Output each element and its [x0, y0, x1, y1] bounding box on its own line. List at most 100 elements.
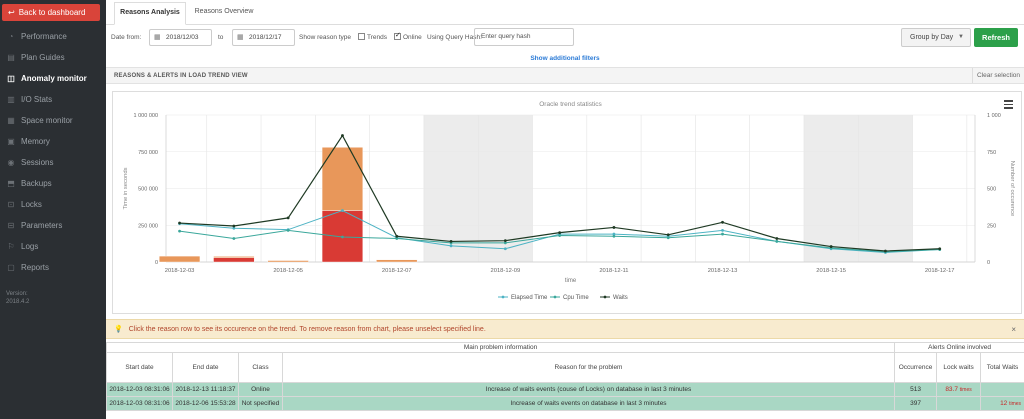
back-arrow-icon: ↩	[8, 8, 15, 17]
back-to-dashboard-button[interactable]: ↩ Back to dashboard	[2, 4, 100, 21]
tab-reasons-analysis[interactable]: Reasons Analysis	[114, 2, 186, 25]
occurrence-bar	[213, 256, 255, 258]
legend-marker	[501, 295, 505, 299]
sidebar-item-plan-guides[interactable]: ▤ Plan Guides	[0, 48, 106, 68]
data-point	[721, 220, 724, 224]
performance-icon: ◔	[8, 32, 14, 41]
sidebar-item-performance[interactable]: ◔ Performance	[0, 27, 106, 47]
sidebar-item-space-monitor[interactable]: ▦ Space monitor	[0, 111, 106, 131]
group-by-dropdown[interactable]: Group by Day ▼	[901, 28, 971, 47]
data-point	[721, 232, 724, 236]
y2-tick-label: 250	[987, 223, 996, 229]
x-tick-label: 2018-12-05	[273, 268, 303, 274]
sidebar-item-memory[interactable]: ▣ Memory	[0, 132, 106, 152]
col-start-date[interactable]: Start date	[106, 352, 173, 383]
col-occurrence[interactable]: Occurrence	[894, 352, 938, 383]
y2-tick-label: 750	[987, 150, 996, 156]
occurrence-bar	[267, 260, 309, 263]
sidebar-item-sessions[interactable]: ◉ Sessions	[0, 153, 106, 173]
data-point	[449, 244, 453, 248]
tab-reasons-overview[interactable]: Reasons Overview	[188, 2, 260, 25]
tab-bar: Reasons Analysis Reasons Overview	[106, 0, 1024, 25]
data-point	[232, 224, 236, 228]
sidebar-item-locks[interactable]: ⊡ Locks	[0, 195, 106, 215]
trends-label: Trends	[367, 34, 387, 41]
col-total-waits[interactable]: Total Waits	[980, 352, 1024, 383]
data-point	[341, 235, 344, 239]
calendar-icon: ▦	[154, 34, 161, 41]
occurrence-bar	[159, 255, 201, 263]
y2-tick-label: 1 000	[987, 113, 1001, 119]
sidebar-item-io-stats[interactable]: ▥ I/O Stats	[0, 90, 106, 110]
group-header-alerts: Alerts Online involved	[894, 342, 1024, 353]
y-tick-label: 250 000	[138, 223, 158, 229]
x-tick-label: 2018-12-03	[165, 268, 195, 274]
show-additional-filters-link[interactable]: Show additional filters	[106, 55, 1024, 62]
col-end-date[interactable]: End date	[172, 352, 239, 383]
occurrence-bar	[213, 257, 255, 263]
book-icon: ◫	[7, 74, 15, 83]
data-point	[884, 249, 887, 253]
online-checkbox[interactable]	[394, 31, 401, 40]
backups-icon: ⬒	[7, 179, 15, 188]
data-point	[286, 216, 290, 220]
data-point	[503, 239, 507, 243]
x-axis-label: time	[565, 278, 577, 284]
data-point	[449, 240, 453, 243]
version-number: 2018.4.2	[6, 299, 30, 305]
sidebar-item-backups[interactable]: ⬒ Backups	[0, 174, 106, 194]
table-row[interactable]: 2018-12-03 08:31:06 2018-12-13 11:18:37 …	[106, 382, 1024, 397]
close-icon[interactable]: ×	[1011, 320, 1016, 339]
data-point	[612, 226, 616, 229]
online-label: Online	[403, 34, 422, 41]
y-axis-label: Time in seconds	[123, 167, 129, 209]
back-label: Back to dashboard	[18, 8, 86, 17]
y2-axis-label: Number of occurence	[1009, 161, 1015, 216]
info-alert: 💡 Click the reason row to see its occuren…	[106, 319, 1024, 339]
refresh-button[interactable]: Refresh	[974, 28, 1018, 47]
y2-tick-label: 500	[987, 187, 996, 193]
calendar-icon: ▦	[237, 34, 244, 41]
query-hash-input[interactable]: Enter query hash	[474, 28, 574, 46]
sessions-icon: ◉	[7, 158, 15, 167]
date-from-input[interactable]: ▦ 2018/12/03	[149, 29, 212, 46]
reports-icon: ▢	[7, 263, 15, 272]
legend-label: Cpu Time	[563, 295, 589, 301]
y-tick-label: 500 000	[138, 187, 158, 193]
sidebar-item-parameters[interactable]: ⊟ Parameters	[0, 216, 106, 236]
col-class[interactable]: Class	[238, 352, 283, 383]
logs-icon: ⚐	[7, 242, 15, 251]
data-point	[612, 234, 616, 238]
parameters-icon: ⊟	[7, 221, 15, 230]
chart-menu-icon[interactable]	[1004, 100, 1013, 109]
sidebar-item-reports[interactable]: ▢ Reports	[0, 258, 106, 278]
col-lock-waits[interactable]: Lock waits	[936, 352, 982, 383]
io-stats-icon: ▥	[7, 95, 15, 104]
trend-chart-panel: 0 250 000 500 000 750 000 1 000 000 0 250 500 75…	[112, 91, 1022, 314]
total-waits-cell: 12 times	[980, 396, 1024, 411]
y-tick-label: 750 000	[138, 150, 158, 156]
col-reason[interactable]: Reason for the problem	[281, 352, 896, 383]
section-title: REASONS & ALERTS IN LOAD TREND VIEW	[114, 73, 248, 79]
legend-marker	[603, 295, 607, 299]
clear-selection-button[interactable]: Clear selection	[972, 68, 1024, 83]
legend-label: Elapsed Time	[511, 295, 548, 301]
lightbulb-icon: 💡	[114, 326, 123, 333]
filter-bar: Date from: ▦ 2018/12/03 to ▦ 2018/12/17 Sh…	[106, 25, 1024, 53]
x-tick-label: 2018-12-11	[599, 268, 628, 274]
trends-checkbox[interactable]	[358, 33, 365, 40]
sidebar-item-logs[interactable]: ⚐ Logs	[0, 237, 106, 257]
sidebar-item-anomaly-monitor[interactable]: ◫ Anomaly monitor	[0, 69, 106, 89]
reasons-table: Main problem information Alerts Online i…	[105, 342, 1024, 411]
date-to-input[interactable]: ▦ 2018/12/17	[232, 29, 295, 46]
x-tick-label: 2018-12-13	[708, 268, 738, 274]
table-row[interactable]: 2018-12-03 08:31:06 2018-12-06 15:53:28 …	[106, 396, 1024, 411]
data-point	[178, 229, 181, 233]
data-point	[558, 231, 562, 235]
version-info: Version: 2018.4.2	[6, 290, 29, 306]
trend-chart: 0 250 000 500 000 750 000 1 000 000 0 250 500 75…	[123, 101, 1015, 301]
alert-text: Click the reason row to see its occurenc…	[128, 326, 486, 333]
y2-tick-label: 0	[987, 260, 990, 266]
y-tick-label: 1 000 000	[134, 113, 158, 119]
data-point	[775, 240, 779, 243]
